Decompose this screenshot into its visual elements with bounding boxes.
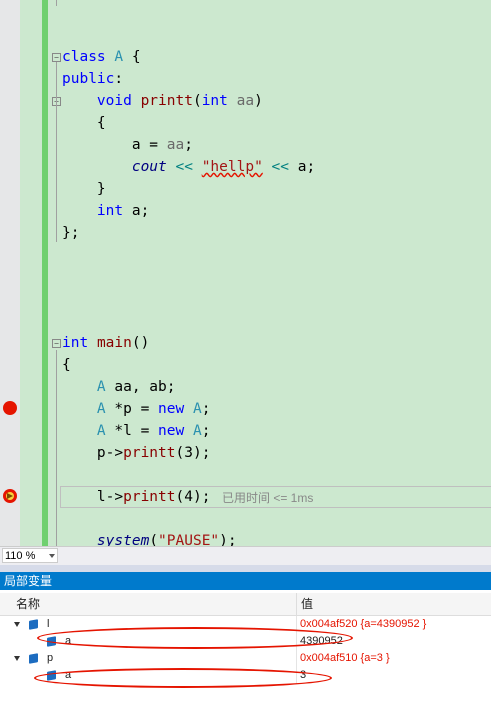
code-line[interactable]: A aa, ab;	[62, 376, 176, 398]
annotation-oval	[34, 668, 332, 688]
code-line[interactable]: system("PAUSE");	[62, 530, 237, 546]
code-line[interactable]: A *p = new A;	[62, 398, 211, 420]
variable-object-icon	[29, 653, 38, 664]
code-editor[interactable]: − − − class A { public: void printt(int …	[0, 0, 491, 546]
fold-toggle-icon[interactable]: −	[52, 339, 61, 348]
code-line[interactable]: void printt(int aa)	[62, 90, 263, 112]
code-line[interactable]: }	[62, 178, 106, 200]
annotation-oval	[37, 627, 353, 649]
variable-name: p	[47, 652, 54, 664]
variable-value[interactable]: 0x004af510 {a=3 }	[300, 650, 390, 667]
row-divider	[296, 650, 297, 667]
zoom-value: 110 %	[5, 550, 36, 562]
locals-row[interactable]: p 0x004af510 {a=3 }	[0, 650, 491, 667]
editor-status-bar: 110 %	[0, 546, 491, 565]
column-divider[interactable]	[296, 593, 297, 615]
code-line[interactable]: A *l = new A;	[62, 420, 211, 442]
expand-triangle-icon[interactable]	[14, 622, 20, 627]
locals-title[interactable]: 局部变量	[0, 572, 491, 590]
code-line-current[interactable]: l->printt(4);	[62, 486, 211, 508]
code-line[interactable]: int main()	[62, 332, 149, 354]
code-line[interactable]: {	[62, 354, 71, 376]
column-header-value[interactable]: 值	[301, 593, 313, 615]
panel-splitter[interactable]	[0, 565, 491, 572]
current-statement-breakpoint-icon[interactable]	[3, 489, 17, 503]
code-line[interactable]: public:	[62, 68, 123, 90]
outline-guide	[56, 62, 57, 242]
column-header-name[interactable]: 名称	[16, 593, 40, 615]
gutter-margin	[20, 0, 42, 546]
code-line[interactable]: cout << "hellp" << a;	[62, 156, 315, 178]
outline-guide	[56, 0, 57, 6]
zoom-dropdown[interactable]: 110 %	[2, 548, 58, 563]
variable-object-icon	[29, 619, 38, 630]
code-line[interactable]: class A {	[62, 46, 141, 68]
change-tracking-bar	[42, 0, 48, 546]
fold-toggle-icon[interactable]: −	[52, 53, 61, 62]
code-line[interactable]: a = aa;	[62, 134, 193, 156]
expand-triangle-icon[interactable]	[14, 656, 20, 661]
locals-window: 局部变量 名称 值 l 0x004af520 {a=4390952 } a 43…	[0, 565, 491, 714]
chevron-down-icon[interactable]	[49, 554, 55, 558]
code-line[interactable]: int a;	[62, 200, 149, 222]
elapsed-time-hint: 已用时间 <= 1ms	[222, 491, 314, 505]
locals-header: 名称 值	[0, 593, 491, 616]
breakpoint-gutter[interactable]	[0, 0, 20, 546]
breakpoint-icon[interactable]	[3, 401, 17, 415]
code-line[interactable]: p->printt(3);	[62, 442, 211, 464]
code-line[interactable]: };	[62, 222, 79, 244]
outline-guide	[56, 350, 57, 546]
code-line[interactable]: {	[62, 112, 106, 134]
variable-name: l	[47, 618, 50, 630]
